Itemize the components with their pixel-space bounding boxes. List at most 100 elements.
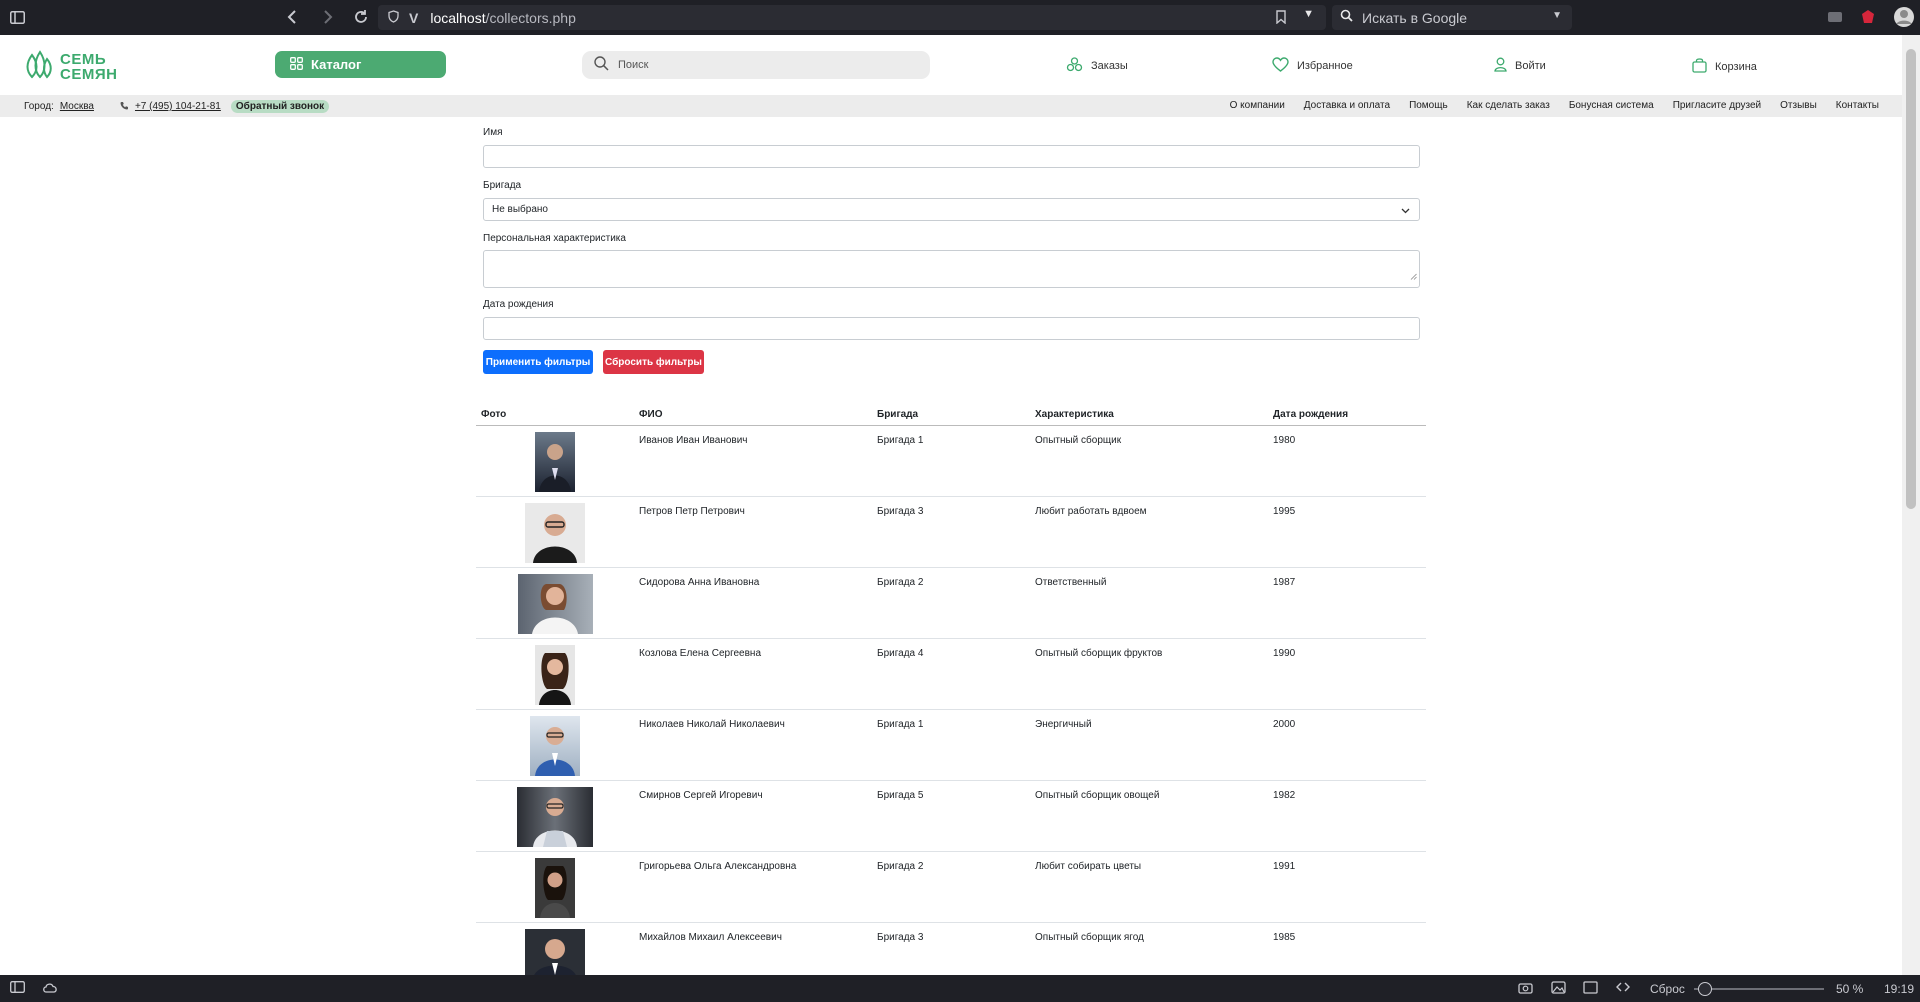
browser-search-input[interactable]: Искать в Google ▼ (1332, 5, 1572, 30)
table-row: Иванов Иван Иванович Бригада 1 Опытный с… (476, 426, 1426, 497)
nav-link-delivery[interactable]: Доставка и оплата (1304, 100, 1390, 111)
site-search-placeholder: Поиск (618, 59, 649, 71)
address-bar[interactable]: V localhost/collectors.php ▼ (378, 5, 1326, 30)
collector-birth: 2000 (1273, 719, 1296, 730)
city-label: Город: (24, 101, 54, 112)
nav-link-reviews[interactable]: Отзывы (1780, 100, 1817, 111)
zoom-slider[interactable] (1694, 982, 1824, 996)
zoom-slider-thumb[interactable] (1698, 982, 1712, 996)
page-scrollbar[interactable] (1902, 35, 1920, 975)
collectors-table: Фото ФИО Бригада Характеристика Дата рож… (476, 404, 1426, 994)
url-host: localhost (430, 9, 486, 26)
collector-name: Григорьева Ольга Александровна (639, 861, 797, 872)
collector-brigade: Бригада 3 (877, 506, 924, 517)
info-bar: Город: Москва +7 (495) 104-21-81 Обратны… (0, 95, 1902, 117)
bag-icon (1692, 57, 1707, 76)
col-brigade-header: Бригада (877, 409, 919, 420)
forward-icon[interactable] (319, 8, 337, 26)
login-label: Войти (1515, 60, 1546, 72)
col-birth-header: Дата рождения (1273, 409, 1349, 420)
collector-photo (525, 503, 585, 563)
reload-icon[interactable] (352, 8, 370, 26)
trait-filter-textarea[interactable] (483, 250, 1420, 288)
birth-filter-input[interactable] (483, 317, 1420, 340)
panel-toggle-icon[interactable] (10, 981, 25, 996)
collector-birth: 1982 (1273, 790, 1296, 801)
collector-photo (535, 645, 575, 705)
table-row: Николаев Николай Николаевич Бригада 1 Эн… (476, 710, 1426, 781)
nav-link-contacts[interactable]: Контакты (1836, 100, 1879, 111)
name-filter-input[interactable] (483, 145, 1420, 168)
reset-filters-button[interactable]: Сбросить фильтры (603, 350, 704, 374)
brigade-filter-select[interactable]: Не выбрано (483, 198, 1420, 221)
table-row: Козлова Елена Сергеевна Бригада 4 Опытны… (476, 639, 1426, 710)
profile-avatar-icon[interactable] (1892, 5, 1916, 29)
heart-icon (1272, 57, 1289, 75)
page-scrollbar-thumb[interactable] (1906, 49, 1916, 509)
collector-brigade: Бригада 3 (877, 932, 924, 943)
collector-name: Смирнов Сергей Игоревич (639, 790, 763, 801)
birth-filter-label: Дата рождения (483, 299, 554, 310)
collector-name: Иванов Иван Иванович (639, 435, 748, 446)
logo-line-2: СЕМЯН (60, 65, 118, 83)
grid-icon (290, 56, 303, 73)
catalog-button[interactable]: Каталог (275, 51, 446, 78)
notification-icon[interactable] (1859, 8, 1877, 26)
sidebar-toggle-icon[interactable] (8, 8, 26, 26)
collector-birth: 1991 (1273, 861, 1296, 872)
chevron-down-icon (1401, 206, 1410, 217)
collector-birth: 1985 (1273, 932, 1296, 943)
extension-icon[interactable] (1826, 8, 1844, 26)
page-tiling-icon[interactable] (1583, 981, 1598, 997)
favorites-link[interactable]: Избранное (1272, 57, 1353, 75)
site-search-input[interactable]: Поиск (582, 51, 930, 79)
nav-link-how-to-order[interactable]: Как сделать заказ (1467, 100, 1550, 111)
table-row: Григорьева Ольга Александровна Бригада 2… (476, 852, 1426, 923)
orders-link[interactable]: Заказы (1066, 57, 1128, 75)
nav-link-help[interactable]: Помощь (1409, 100, 1448, 111)
bookmark-icon[interactable] (1276, 10, 1286, 27)
url-dropdown-icon[interactable]: ▼ (1303, 8, 1314, 20)
capture-icon[interactable] (1518, 981, 1533, 997)
logo-line-1: СЕМЬ (60, 50, 107, 68)
search-dropdown-icon[interactable]: ▼ (1552, 10, 1562, 21)
resize-handle-icon[interactable] (1410, 267, 1417, 285)
brigade-filter-value: Не выбрано (492, 204, 548, 215)
collector-birth: 1990 (1273, 648, 1296, 659)
site-header: СЕМЬ СЕМЯН Каталог Поиск Заказы Избранно… (0, 35, 1902, 95)
collector-trait: Опытный сборщик фруктов (1035, 648, 1163, 659)
back-icon[interactable] (283, 8, 301, 26)
collector-photo (518, 574, 593, 634)
collector-photo (530, 716, 580, 776)
collector-name: Михайлов Михаил Алексеевич (639, 932, 782, 943)
orders-label: Заказы (1091, 60, 1128, 72)
collector-brigade: Бригада 5 (877, 790, 924, 801)
brigade-filter-label: Бригада (483, 180, 522, 191)
sync-cloud-icon[interactable] (42, 982, 58, 996)
collector-name: Николаев Николай Николаевич (639, 719, 785, 730)
collector-trait: Опытный сборщик (1035, 435, 1122, 446)
collector-name: Петров Петр Петрович (639, 506, 745, 517)
nav-link-about[interactable]: О компании (1230, 100, 1285, 111)
collector-name: Сидорова Анна Ивановна (639, 577, 760, 588)
apply-filters-button[interactable]: Применить фильтры (483, 350, 593, 374)
city-link[interactable]: Москва (60, 101, 94, 112)
collector-photo (535, 858, 575, 918)
table-row: Петров Петр Петрович Бригада 3 Любит раб… (476, 497, 1426, 568)
zoom-reset-button[interactable]: Сброс (1650, 982, 1685, 996)
login-link[interactable]: Войти (1494, 57, 1546, 75)
nav-link-invite[interactable]: Пригласите друзей (1673, 100, 1761, 111)
callback-button[interactable]: Обратный звонок (230, 100, 330, 113)
collector-name: Козлова Елена Сергеевна (639, 648, 762, 659)
phone-icon (120, 101, 129, 113)
collector-trait: Опытный сборщик овощей (1035, 790, 1160, 801)
page-actions-icon[interactable] (1616, 980, 1630, 997)
phone-link[interactable]: +7 (495) 104-21-81 (135, 101, 221, 112)
col-photo-header: Фото (481, 409, 507, 420)
logo[interactable]: СЕМЬ СЕМЯН (24, 49, 117, 84)
image-toggle-icon[interactable] (1551, 981, 1566, 997)
table-row: Сидорова Анна Ивановна Бригада 2 Ответст… (476, 568, 1426, 639)
nav-link-bonus[interactable]: Бонусная система (1569, 100, 1654, 111)
cart-link[interactable]: Корзина (1692, 57, 1757, 76)
vivaldi-icon: V (409, 9, 419, 26)
